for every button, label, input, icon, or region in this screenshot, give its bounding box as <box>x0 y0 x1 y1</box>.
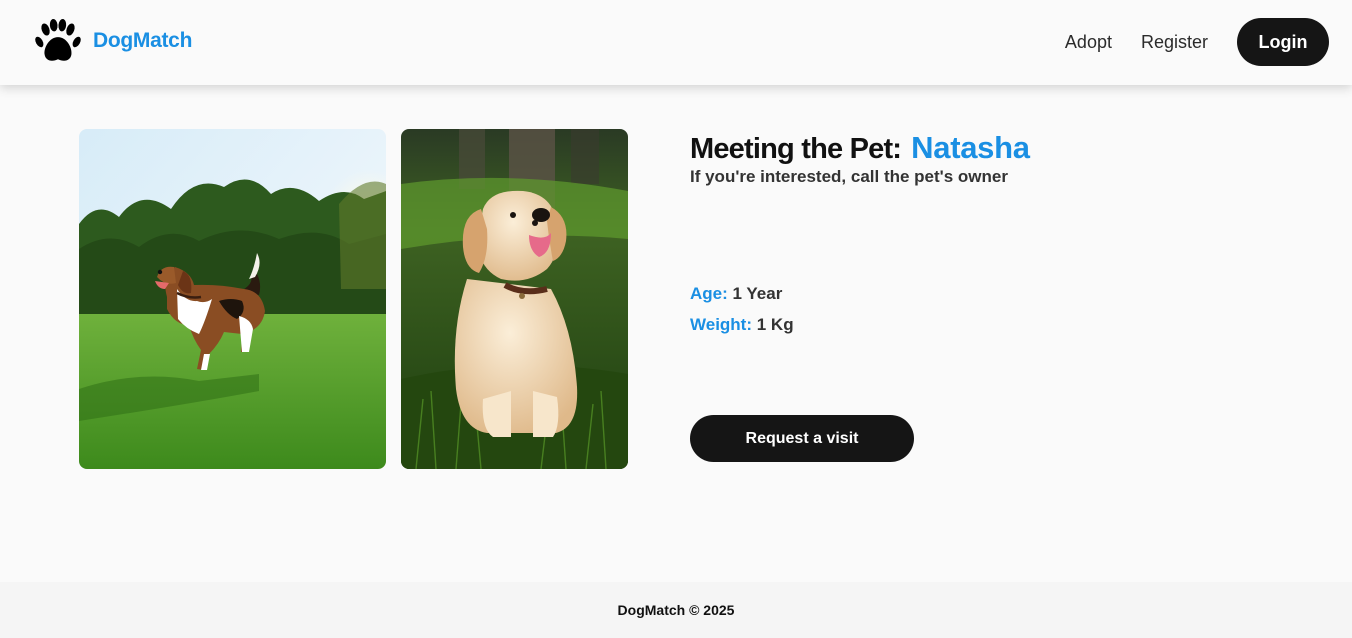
title-row: Meeting the Pet: Natasha <box>690 130 1030 166</box>
request-visit-button[interactable]: Request a visit <box>690 415 914 462</box>
beagle-photo <box>79 129 386 469</box>
brand-logo-link[interactable]: DogMatch <box>35 18 192 64</box>
navbar: DogMatch Adopt Register Login <box>0 0 1352 85</box>
nav-links: Adopt Register Login <box>1065 18 1329 66</box>
footer-copyright: DogMatch © 2025 <box>617 602 735 618</box>
page-title: Meeting the Pet: <box>690 133 902 165</box>
paw-icon <box>35 18 81 61</box>
weight-value: 1 Kg <box>756 315 794 334</box>
age-value: 1 Year <box>732 284 783 303</box>
nav-link-register[interactable]: Register <box>1141 32 1208 53</box>
age-row: Age: 1 Year <box>690 284 782 304</box>
weight-label: Weight: <box>690 315 753 334</box>
age-label: Age: <box>690 284 728 303</box>
brand-name: DogMatch <box>93 29 193 52</box>
pet-name: Natasha <box>911 130 1030 165</box>
login-button[interactable]: Login <box>1237 18 1329 66</box>
footer: DogMatch © 2025 <box>0 582 1352 638</box>
contact-subtitle: If you're interested, call the pet's own… <box>690 167 1008 186</box>
nav-link-adopt[interactable]: Adopt <box>1065 32 1112 53</box>
pet-info: Meeting the Pet: Natasha If you're inter… <box>690 130 1030 187</box>
golden-puppy-photo <box>401 129 628 469</box>
weight-row: Weight: 1 Kg <box>690 315 794 335</box>
